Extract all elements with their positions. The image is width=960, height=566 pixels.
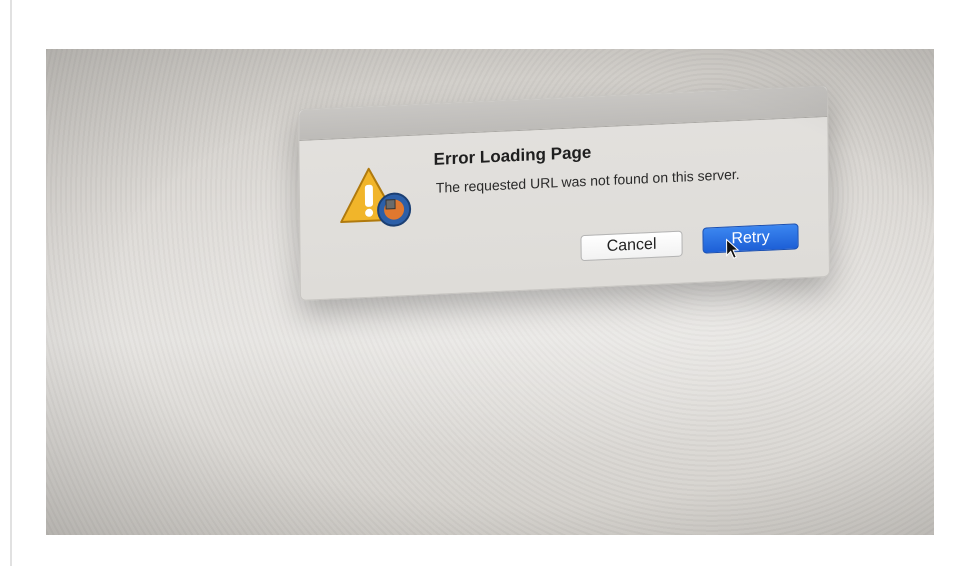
- cancel-button[interactable]: Cancel: [580, 230, 683, 262]
- retry-button[interactable]: Retry: [702, 223, 799, 254]
- mouse-pointer-icon: [726, 238, 740, 259]
- error-dialog: Error Loading Page The requested URL was…: [298, 84, 830, 301]
- dialog-title: Error Loading Page: [433, 142, 592, 169]
- screen-photo: Error Loading Page The requested URL was…: [46, 49, 934, 535]
- app-badge-icon: [377, 192, 412, 227]
- dialog-message: The requested URL was not found on this …: [435, 165, 740, 196]
- left-border: [0, 0, 12, 566]
- dialog-titlebar[interactable]: [299, 85, 828, 141]
